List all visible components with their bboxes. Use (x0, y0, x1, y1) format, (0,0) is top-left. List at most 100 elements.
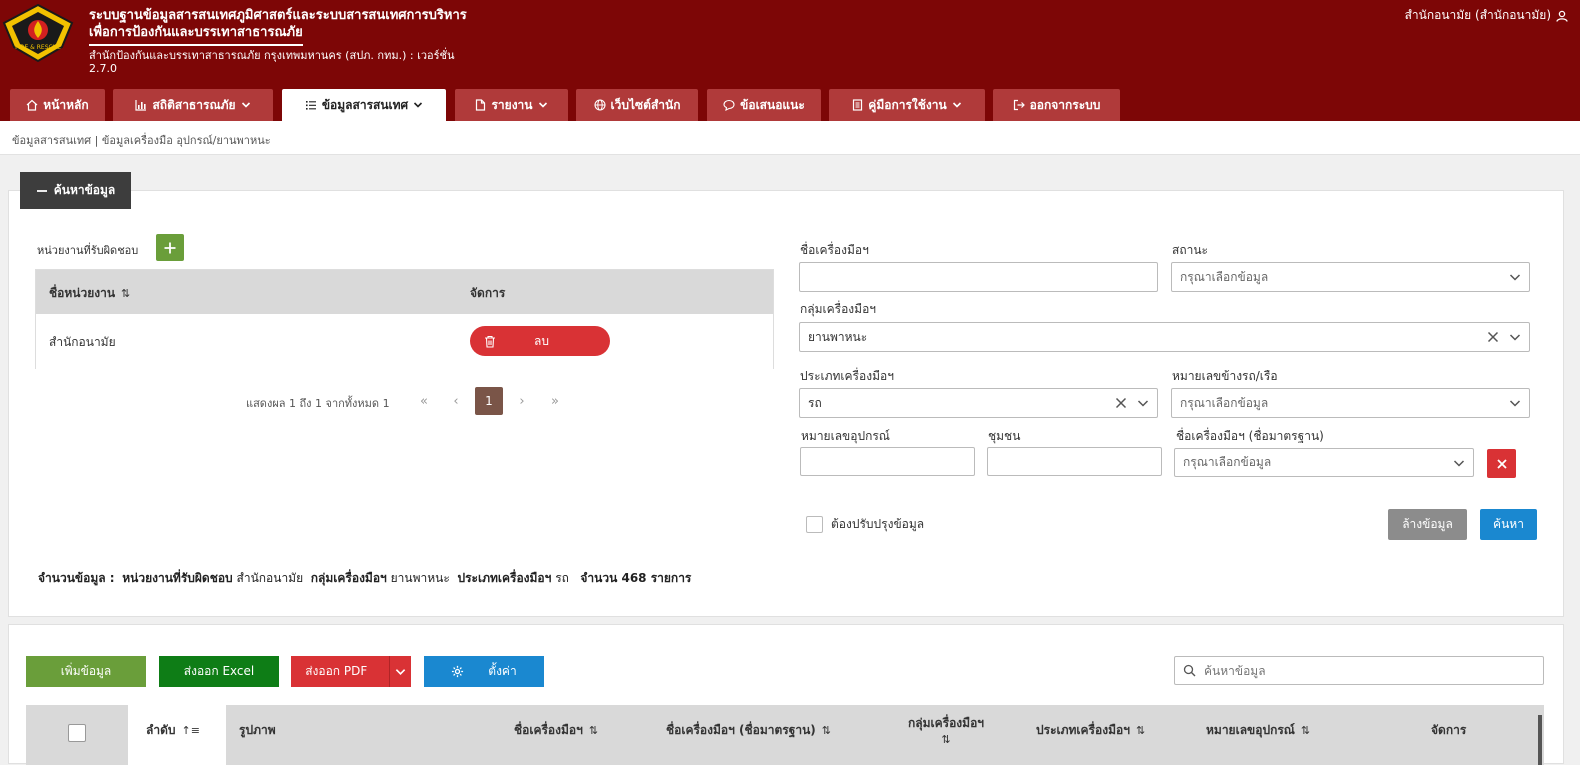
tool-name-label: ชื่อเครื่องมือฯ (800, 243, 869, 257)
device-no-input[interactable] (800, 447, 975, 476)
col-image-header: รูปภาพ (239, 722, 276, 737)
unit-table-header: ชื่อหน่วยงาน ⇅ จัดการ (36, 270, 773, 314)
std-name-select[interactable]: กรุณาเลือกข้อมูล (1174, 448, 1474, 477)
chevron-down-icon (1509, 334, 1521, 341)
needs-update-checkbox-wrap[interactable]: ต้องปรับปรุงข้อมูล (806, 515, 924, 534)
gear-icon (452, 665, 464, 678)
needs-update-label: ต้องปรับปรุงข้อมูล (831, 517, 925, 531)
tab-manual[interactable]: คู่มือการใช้งาน (829, 89, 985, 121)
export-pdf-group: ส่งออก PDF (291, 656, 411, 687)
status-label: สถานะ (1172, 243, 1208, 257)
tab-label: ข้อมูลสารสนเทศ (321, 97, 409, 112)
col-name-header[interactable]: ชื่อเครื่องมือฯ ⇅ (514, 705, 598, 755)
tab-label: ข้อเสนอแนะ (740, 97, 805, 112)
book-icon (853, 99, 863, 111)
remove-std-name-button[interactable] (1487, 449, 1516, 478)
unit-label: หน่วยงานที่รับผิดชอบ (37, 244, 139, 257)
chevron-down-icon (1137, 400, 1149, 407)
export-pdf-button[interactable]: ส่งออก PDF (291, 662, 381, 681)
col-std-name-header[interactable]: ชื่อเครื่องมือฯ (ชื่อมาตรฐาน) ⇅ (666, 705, 831, 755)
type-label: ประเภทเครื่องมือฯ (800, 369, 894, 383)
needs-update-checkbox[interactable] (806, 516, 823, 533)
breadcrumb: ข้อมูลสารสนเทศ | ข้อมูลเครื่องมือ อุปกรณ… (12, 134, 271, 147)
tab-report[interactable]: รายงาน (455, 89, 568, 121)
export-pdf-dropdown[interactable] (389, 656, 411, 687)
close-icon (1496, 458, 1507, 469)
sort-icon: ⇅ (588, 723, 599, 737)
type-value: รถ (808, 395, 822, 410)
results-search-box[interactable] (1174, 656, 1544, 685)
select-all-checkbox[interactable] (68, 724, 86, 742)
tab-information[interactable]: ข้อมูลสารสนเทศ (282, 89, 446, 121)
chevron-down-icon (952, 102, 961, 108)
col-manage-header: จัดการ (1431, 722, 1467, 737)
tab-label: ออกจากระบบ (1029, 97, 1101, 112)
group-value: ยานพาหนะ (808, 329, 868, 344)
col-device-no-header[interactable]: หมายเลขอุปกรณ์ ⇅ (1206, 705, 1310, 755)
pager-last-button[interactable]: » (541, 387, 569, 415)
tab-label: หน้าหลัก (43, 97, 89, 112)
pager-first-button[interactable]: « (410, 387, 438, 415)
version-label: 2.7.0 (89, 62, 117, 75)
group-select[interactable]: ยานพาหนะ (799, 322, 1530, 352)
home-icon (26, 99, 38, 111)
pager-page-button[interactable]: 1 (475, 387, 503, 415)
fire-rescue-logo-icon[interactable]: FIRE & RESCUE (2, 3, 74, 63)
chevron-down-icon (241, 102, 250, 108)
sort-icon: ⇅ (1300, 723, 1311, 737)
status-placeholder: กรุณาเลือกข้อมูล (1180, 269, 1269, 284)
col-group-header[interactable]: กลุ่มเครื่องมือฯ ⇅ (886, 705, 1006, 755)
sort-icon: ⇅ (941, 733, 951, 746)
user-menu[interactable]: สำนักอนามัย (สำนักอนามัย) (1405, 6, 1568, 25)
tab-label: คู่มือการใช้งาน (868, 97, 947, 112)
table-row: สำนักอนามัย ลบ (36, 314, 773, 369)
search-button[interactable]: ค้นหา (1480, 509, 1537, 540)
type-select[interactable]: รถ (799, 388, 1158, 418)
app-title-line2: เพื่อการป้องกันและบรรเทาสาธารณภัย (89, 21, 303, 46)
col-order-header[interactable]: ลำดับ ↑≡ (146, 705, 200, 755)
app-header: FIRE & RESCUE ระบบฐานข้อมูลสารสนเทศภูมิศ… (0, 0, 1580, 121)
tab-statistics[interactable]: สถิติสาธารณภัย (113, 89, 273, 121)
tab-home[interactable]: หน้าหลัก (10, 89, 105, 121)
col-type-header[interactable]: ประเภทเครื่องมือฯ ⇅ (1036, 705, 1145, 755)
search-toggle-button[interactable]: ค้นหาข้อมูล (20, 172, 131, 209)
unit-col-name-header[interactable]: ชื่อหน่วยงาน ⇅ (49, 284, 130, 303)
chevron-left-icon: ‹ (453, 393, 459, 409)
clear-icon[interactable] (1115, 397, 1127, 409)
search-toggle-label: ค้นหาข้อมูล (53, 183, 116, 197)
plus-icon (164, 242, 176, 253)
status-select[interactable]: กรุณาเลือกข้อมูล (1171, 262, 1530, 292)
logo-text: FIRE & RESCUE (15, 44, 61, 51)
std-name-placeholder: กรุณาเลือกข้อมูล (1183, 455, 1272, 469)
bar-chart-icon (135, 100, 147, 111)
pager-next-button[interactable]: › (508, 387, 536, 415)
tab-feedback[interactable]: ข้อเสนอแนะ (707, 89, 821, 121)
tool-name-input[interactable] (799, 262, 1158, 292)
plate-select[interactable]: กรุณาเลือกข้อมูล (1171, 388, 1530, 418)
clear-icon[interactable] (1487, 331, 1499, 343)
delete-unit-button[interactable]: ลบ (470, 326, 610, 356)
table-scrollbar[interactable] (1538, 715, 1542, 765)
pager-prev-button[interactable]: ‹ (442, 387, 470, 415)
group-label: กลุ่มเครื่องมือฯ (800, 302, 877, 316)
export-excel-button[interactable]: ส่งออก Excel (159, 656, 279, 687)
pager-info: แสดงผล 1 ถึง 1 จากทั้งหมด 1 (246, 397, 390, 410)
settings-label: ตั้งค่า (488, 664, 517, 678)
tab-label: เว็บไซต์สำนัก (610, 97, 681, 112)
add-data-button[interactable]: เพิ่มข้อมูล (26, 656, 146, 687)
main-nav: หน้าหลัก สถิติสาธารณภัย ข้อมูลสารสนเทศ ร… (0, 89, 1580, 121)
tab-label: สถิติสาธารณภัย (152, 97, 236, 112)
chevron-down-icon (1509, 400, 1521, 407)
summary-line: จำนวนข้อมูล : หน่วยงานที่รับผิดชอบ สำนัก… (38, 571, 692, 585)
chevron-down-icon (1453, 459, 1465, 467)
clear-button[interactable]: ล้างข้อมูล (1388, 509, 1467, 540)
add-unit-button[interactable] (156, 234, 184, 261)
user-icon (1556, 10, 1568, 22)
device-no-label: หมายเลขอุปกรณ์ (801, 429, 890, 443)
chevron-right-icon: › (519, 393, 525, 409)
tab-website[interactable]: เว็บไซต์สำนัก (576, 89, 698, 121)
settings-button[interactable]: ตั้งค่า (424, 656, 544, 687)
community-input[interactable] (987, 447, 1162, 476)
tab-logout[interactable]: ออกจากระบบ (993, 89, 1120, 121)
results-search-input[interactable] (1202, 662, 1535, 679)
